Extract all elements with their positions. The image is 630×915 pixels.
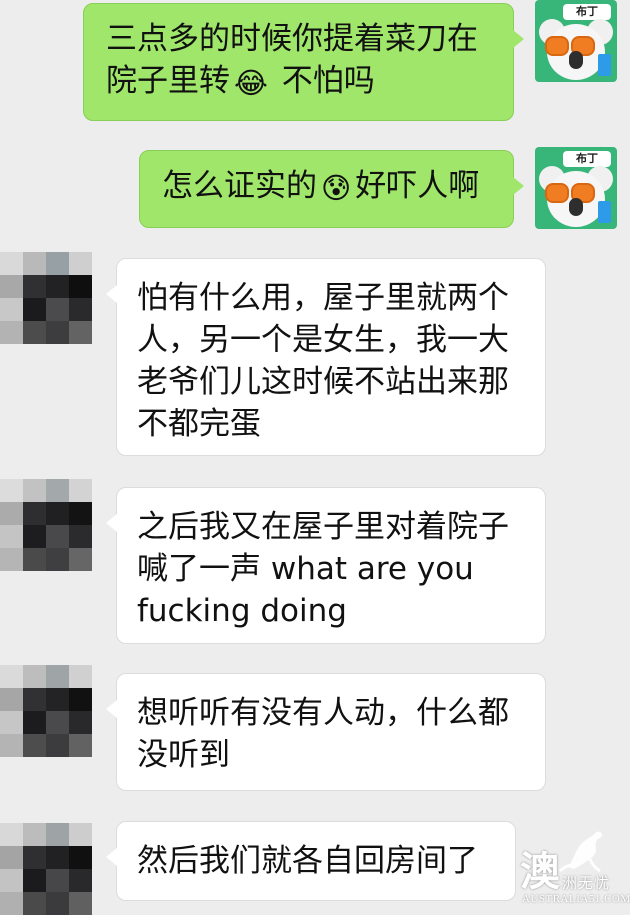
chat-conversation: 三点多的时候你提着菜刀在院子里转 😂 不怕吗 布丁 怎么证实的 😰 好吓人啊 布丁 xyxy=(0,0,630,915)
message-text: 怕有什么用，屋子里就两个人，另一个是女生，我一大老爷们儿这时候不站出来那不都完蛋 xyxy=(137,280,509,442)
message-bubble-incoming[interactable]: 之后我又在屋子里对着院子喊了一声 what are you fucking do… xyxy=(106,487,546,644)
anxious-face-emoji-icon: 😰 xyxy=(321,171,352,205)
message-bubble-incoming[interactable]: 怕有什么用，屋子里就两个人，另一个是女生，我一大老爷们儿这时候不站出来那不都完蛋 xyxy=(106,258,546,456)
tears-of-joy-emoji-icon: 😂 xyxy=(234,66,268,100)
pixelated-avatar[interactable] xyxy=(0,823,92,915)
pixelated-avatar[interactable] xyxy=(0,252,92,344)
pixelated-avatar[interactable] xyxy=(0,479,92,571)
watermark-domain-text: AUSTRALIA51.COM xyxy=(522,893,630,905)
message-text: 怎么证实的 xyxy=(162,168,317,204)
message-text: 不怕吗 xyxy=(271,63,375,99)
koala-avatar[interactable]: 布丁 xyxy=(535,147,617,229)
message-bubble-incoming[interactable]: 然后我们就各自回房间了 xyxy=(106,821,516,901)
message-bubble-outgoing[interactable]: 三点多的时候你提着菜刀在院子里转 😂 不怕吗 xyxy=(83,3,524,121)
koala-avatar[interactable]: 布丁 xyxy=(535,0,617,82)
message-text: 想听听有没有人动，什么都没听到 xyxy=(137,695,509,773)
australia51-watermark: 澳 洲无忧 AUSTRALIA51.COM xyxy=(520,827,630,909)
avatar-label: 布丁 xyxy=(563,151,611,167)
message-text: 然后我们就各自回房间了 xyxy=(137,843,478,879)
avatar-label: 布丁 xyxy=(563,4,611,20)
message-bubble-outgoing[interactable]: 怎么证实的 😰 好吓人啊 xyxy=(139,150,524,228)
message-text: 好吓人啊 xyxy=(355,168,480,204)
kangaroo-logo-icon xyxy=(558,831,603,873)
watermark-big-char: 澳 xyxy=(520,849,560,895)
pixelated-avatar[interactable] xyxy=(0,665,92,757)
message-bubble-incoming[interactable]: 想听听有没有人动，什么都没听到 xyxy=(106,673,546,791)
watermark-brand-text: 洲无忧 xyxy=(562,874,611,892)
message-text: 之后我又在屋子里对着院子喊了一声 what are you fucking do… xyxy=(137,509,509,629)
